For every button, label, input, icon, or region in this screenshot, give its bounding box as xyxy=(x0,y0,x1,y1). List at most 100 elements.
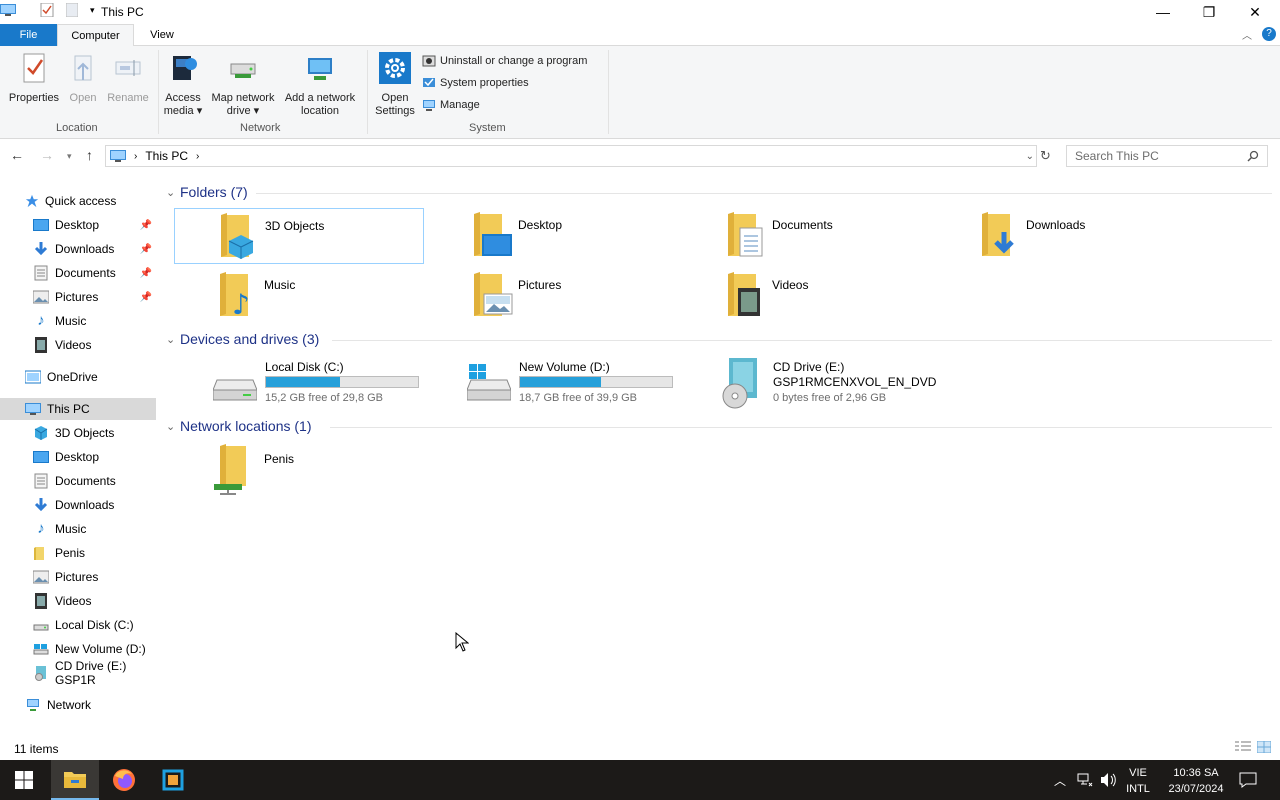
folder-tile-videos[interactable]: Videos xyxy=(682,268,932,324)
sidebar-item-downloads[interactable]: Downloads xyxy=(0,494,156,516)
music-icon: ♪ xyxy=(37,312,45,329)
folder-tile-3d-objects[interactable]: 3D Objects xyxy=(174,208,424,264)
recent-locations-icon[interactable]: ▾ xyxy=(67,151,72,162)
sidebar-item-onedrive[interactable]: OneDrive xyxy=(0,366,156,388)
section-divider xyxy=(256,193,1272,194)
sidebar-item-documents[interactable]: Documents 📌 xyxy=(0,262,156,284)
drive-tile-e[interactable]: CD Drive (E:) GSP1RMCENXVOL_EN_DVD 0 byt… xyxy=(722,358,973,420)
drive-tile-d[interactable]: New Volume (D:) 18,7 GB free of 39,9 GB xyxy=(467,360,719,420)
tab-file[interactable]: File xyxy=(0,24,57,46)
properties-button[interactable]: Properties xyxy=(6,52,62,105)
network-section-header[interactable]: ⌄ Network locations (1) xyxy=(166,418,312,434)
sidebar-item-new-volume-d[interactable]: New Volume (D:) xyxy=(0,638,156,660)
start-button[interactable] xyxy=(0,760,48,800)
documents-icon xyxy=(34,265,48,281)
sidebar-item-videos[interactable]: Videos xyxy=(0,334,156,356)
sidebar-item-this-pc[interactable]: This PC xyxy=(0,398,156,420)
pin-icon[interactable]: 📌 xyxy=(140,292,152,303)
chevron-down-icon: ⌄ xyxy=(166,420,176,433)
taskbar-firefox[interactable] xyxy=(100,760,148,800)
customize-toolbar-icon[interactable]: ▾ xyxy=(90,5,95,16)
input-language[interactable]: VIE INTL xyxy=(1124,765,1152,797)
sidebar-item-videos[interactable]: Videos xyxy=(0,590,156,612)
breadcrumb-this-pc[interactable]: This PC xyxy=(145,149,188,163)
drive-usage-bar xyxy=(519,376,673,388)
up-arrow-icon[interactable]: ↑ xyxy=(86,147,93,163)
collapse-ribbon-icon[interactable]: ︿ xyxy=(1242,27,1252,42)
folder-tile-pictures[interactable]: Pictures xyxy=(428,268,678,324)
tab-computer[interactable]: Computer xyxy=(57,24,134,47)
new-folder-icon[interactable] xyxy=(66,3,78,17)
network-location-tile[interactable]: Penis xyxy=(174,442,424,498)
restore-button[interactable]: ❐ xyxy=(1186,0,1232,24)
drive-name: Local Disk (C:) xyxy=(265,360,344,374)
network-icon xyxy=(27,699,39,711)
folders-section-header[interactable]: ⌄ Folders (7) xyxy=(166,184,248,200)
minimize-button[interactable]: — xyxy=(1140,0,1186,24)
tab-view[interactable]: View xyxy=(140,24,184,46)
taskbar-virtualbox[interactable] xyxy=(149,760,197,800)
help-icon[interactable]: ? xyxy=(1262,27,1276,41)
manage-button[interactable]: Manage xyxy=(422,98,480,112)
access-media-button[interactable]: Access media ▾ xyxy=(162,52,204,118)
3d-objects-icon xyxy=(34,426,48,440)
open-button[interactable]: Open xyxy=(62,52,104,105)
rename-button[interactable]: Rename xyxy=(104,52,152,105)
pin-icon[interactable]: 📌 xyxy=(140,244,152,255)
breadcrumb-chevron-icon[interactable]: › xyxy=(134,151,137,162)
folder-tile-desktop[interactable]: Desktop xyxy=(428,208,678,264)
sidebar-item-network[interactable]: Network xyxy=(0,694,156,716)
uninstall-label: Uninstall or change a program xyxy=(440,55,588,67)
sidebar-item-desktop[interactable]: Desktop xyxy=(0,446,156,468)
show-hidden-icons-icon[interactable]: ︿ xyxy=(1054,772,1066,789)
sidebar-item-music[interactable]: ♪ Music xyxy=(0,310,156,332)
refresh-icon[interactable]: ↻ xyxy=(1040,148,1051,164)
large-icons-view-icon[interactable] xyxy=(1257,741,1271,753)
quick-access-toolbar: ▾ xyxy=(0,3,95,17)
section-divider xyxy=(330,427,1272,428)
network-location-icon xyxy=(308,58,332,80)
drive-tile-c[interactable]: Local Disk (C:) 15,2 GB free of 29,8 GB xyxy=(213,360,465,420)
folder-tile-downloads[interactable]: Downloads xyxy=(936,208,1186,264)
forward-arrow-icon[interactable]: → xyxy=(40,147,54,163)
computer-icon[interactable] xyxy=(0,3,16,17)
details-view-icon[interactable] xyxy=(1235,741,1251,753)
sidebar-item-quick-access[interactable]: Quick access xyxy=(0,190,156,212)
close-button[interactable]: ✕ xyxy=(1232,0,1278,24)
properties-icon[interactable] xyxy=(40,3,54,17)
close-icon: ✕ xyxy=(1249,3,1261,20)
breadcrumb-chevron-icon[interactable]: › xyxy=(196,151,199,162)
clock[interactable]: 10:36 SA 23/07/2024 xyxy=(1160,765,1232,797)
sidebar-item-cd-drive-e[interactable]: CD Drive (E:) GSP1R xyxy=(0,659,156,687)
folder-tile-documents[interactable]: Documents xyxy=(682,208,932,264)
section-divider xyxy=(332,340,1272,341)
sidebar-item-penis[interactable]: Penis xyxy=(0,542,156,564)
sidebar-item-pictures[interactable]: Pictures 📌 xyxy=(0,286,156,308)
pin-icon[interactable]: 📌 xyxy=(140,268,152,279)
section-title: Folders (7) xyxy=(180,184,248,200)
sidebar-item-local-disk-c[interactable]: Local Disk (C:) xyxy=(0,614,156,636)
action-center-icon[interactable] xyxy=(1239,772,1257,788)
taskbar-file-explorer[interactable] xyxy=(51,760,99,800)
back-arrow-icon[interactable]: ← xyxy=(10,147,24,163)
devices-section-header[interactable]: ⌄ Devices and drives (3) xyxy=(166,331,319,347)
address-dropdown-icon[interactable]: ⌄ xyxy=(1026,151,1034,162)
network-status-icon[interactable] xyxy=(1077,773,1093,787)
clock-date: 23/07/2024 xyxy=(1168,783,1224,795)
sidebar-item-desktop[interactable]: Desktop 📌 xyxy=(0,214,156,236)
map-network-drive-button[interactable]: Map network drive ▾ xyxy=(206,52,280,118)
sidebar-item-music[interactable]: ♪ Music xyxy=(0,518,156,540)
pin-icon[interactable]: 📌 xyxy=(140,220,152,231)
sidebar-item-pictures[interactable]: Pictures xyxy=(0,566,156,588)
address-bar[interactable]: › This PC › ⌄ xyxy=(105,145,1037,167)
open-settings-button[interactable]: Open Settings xyxy=(372,52,418,118)
volume-icon[interactable] xyxy=(1100,772,1118,788)
add-network-location-button[interactable]: Add a network location xyxy=(280,52,360,118)
sidebar-item-3d-objects[interactable]: 3D Objects xyxy=(0,422,156,444)
system-properties-button[interactable]: System properties xyxy=(422,76,529,90)
search-input[interactable]: Search This PC xyxy=(1066,145,1268,167)
folder-tile-music[interactable]: ♪ Music xyxy=(174,268,424,324)
sidebar-item-documents[interactable]: Documents xyxy=(0,470,156,492)
sidebar-item-downloads[interactable]: Downloads 📌 xyxy=(0,238,156,260)
uninstall-program-button[interactable]: Uninstall or change a program xyxy=(422,54,587,68)
